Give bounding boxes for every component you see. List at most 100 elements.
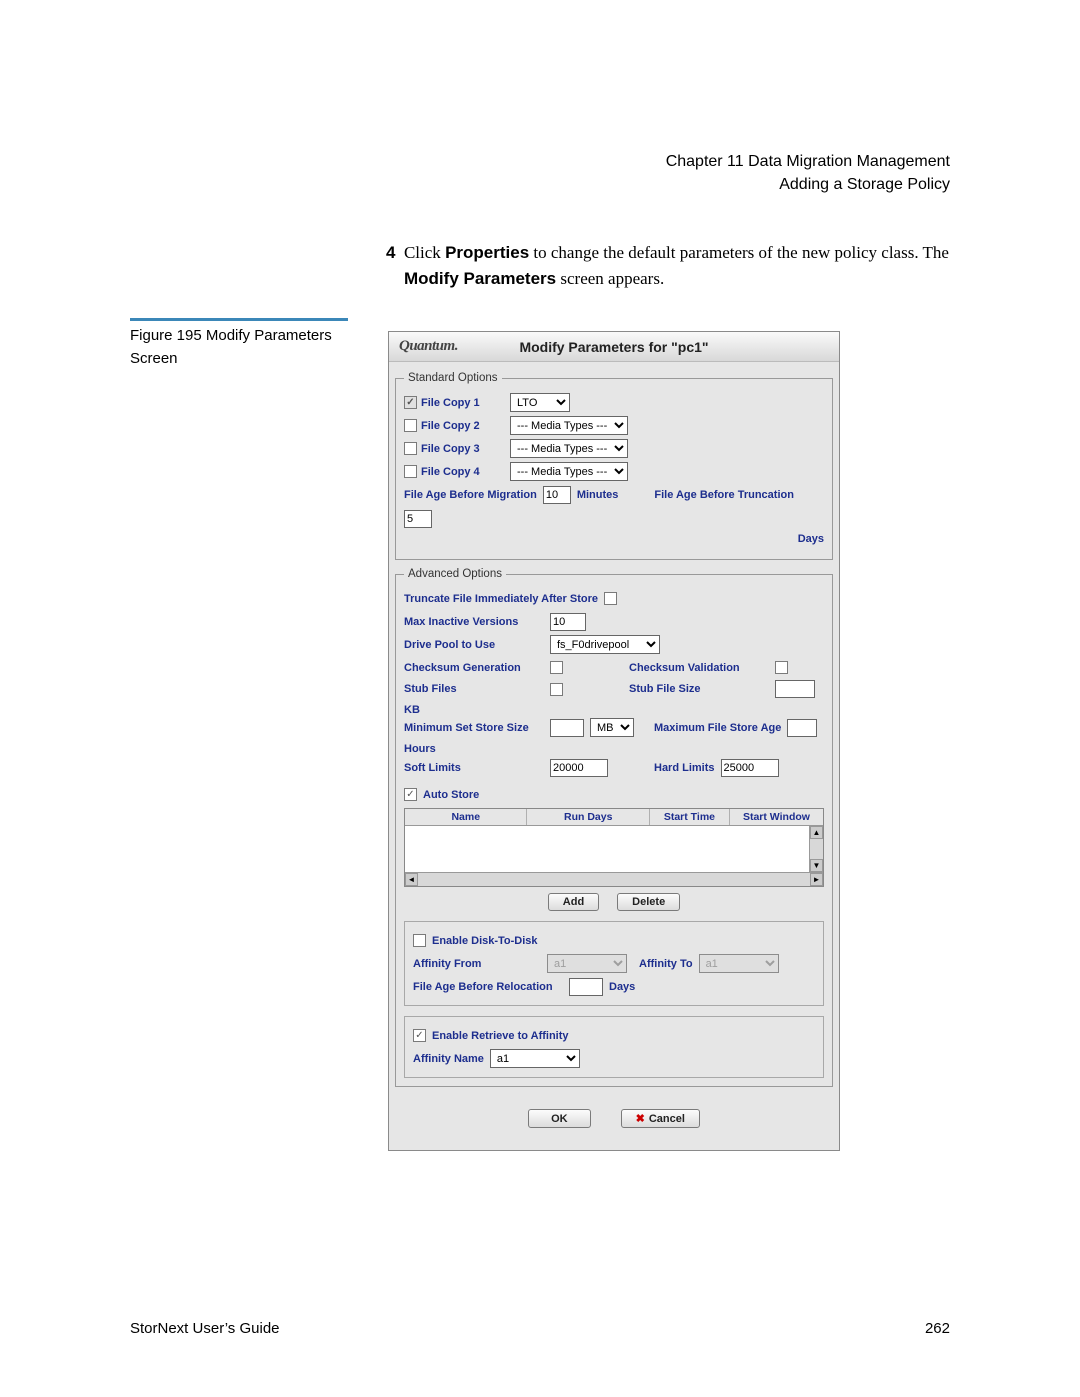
minutes-label: Minutes	[577, 489, 619, 501]
disk-to-disk-checkbox[interactable]	[413, 934, 426, 947]
scroll-left-icon[interactable]: ◄	[405, 873, 418, 886]
age-truncation-label: File Age Before Truncation	[654, 489, 794, 501]
ok-button[interactable]: OK	[528, 1109, 591, 1128]
vertical-scrollbar[interactable]: ▲ ▼	[809, 826, 823, 872]
affinity-to-label: Affinity To	[639, 958, 693, 970]
advanced-options-group: Advanced Options Truncate File Immediate…	[395, 568, 833, 1087]
page-footer: StorNext User’s Guide 262	[130, 1320, 950, 1337]
step-text: 4 Click Properties to change the default…	[386, 240, 950, 291]
affinity-from-select: a1	[547, 954, 627, 973]
auto-store-label: Auto Store	[423, 789, 479, 801]
file-copy-2-checkbox[interactable]	[404, 419, 417, 432]
file-copy-4-select[interactable]: --- Media Types ---	[510, 462, 628, 481]
truncate-after-store-checkbox[interactable]	[604, 592, 617, 605]
affinity-name-label: Affinity Name	[413, 1053, 484, 1065]
stub-size-label: Stub File Size	[629, 683, 769, 695]
body-row: Figure 195 Modify Parameters Screen 4 Cl…	[130, 240, 950, 1151]
dialog-titlebar: Quantum. Modify Parameters for "pc1"	[389, 332, 839, 362]
file-copy-4-checkbox[interactable]	[404, 465, 417, 478]
footer-left: StorNext User’s Guide	[130, 1320, 280, 1337]
col-name: Name	[405, 809, 527, 825]
retrieve-affinity-checkbox[interactable]	[413, 1029, 426, 1042]
file-copy-4-label: File Copy 4	[404, 465, 504, 478]
affinity-name-select[interactable]: a1	[490, 1049, 580, 1068]
disk-to-disk-label: Enable Disk-To-Disk	[432, 935, 538, 947]
max-inactive-input[interactable]	[550, 613, 586, 631]
schedule-body: ▲ ▼	[405, 826, 823, 872]
min-set-label: Minimum Set Store Size	[404, 722, 544, 734]
truncate-after-store-label: Truncate File Immediately After Store	[404, 593, 598, 605]
dialog-body: Standard Options File Copy 1 LTO	[389, 362, 839, 1150]
scroll-right-icon[interactable]: ►	[810, 873, 823, 886]
scroll-down-icon[interactable]: ▼	[810, 859, 823, 872]
col-start-window: Start Window	[730, 809, 823, 825]
cancel-button[interactable]: ✖Cancel	[621, 1109, 700, 1128]
file-copy-3-select[interactable]: --- Media Types ---	[510, 439, 628, 458]
max-file-age-input[interactable]	[787, 719, 817, 737]
quantum-logo: Quantum.	[389, 338, 458, 355]
age-truncation-input[interactable]	[404, 510, 432, 528]
col-run-days: Run Days	[527, 809, 649, 825]
auto-store-checkbox[interactable]	[404, 788, 417, 801]
dialog-footer: OK ✖Cancel	[395, 1095, 833, 1138]
left-column: Figure 195 Modify Parameters Screen	[130, 240, 348, 370]
footer-page-number: 262	[925, 1320, 950, 1337]
retrieve-affinity-label: Enable Retrieve to Affinity	[432, 1030, 569, 1042]
schedule-header: Name Run Days Start Time Start Window	[405, 809, 823, 826]
cancel-x-icon: ✖	[636, 1113, 645, 1125]
file-copy-2-select[interactable]: --- Media Types ---	[510, 416, 628, 435]
soft-limits-input[interactable]	[550, 759, 608, 777]
max-file-age-label: Maximum File Store Age	[654, 722, 781, 734]
soft-limits-label: Soft Limits	[404, 762, 544, 774]
stub-size-input[interactable]	[775, 680, 815, 698]
affinity-to-select: a1	[699, 954, 779, 973]
checksum-val-checkbox[interactable]	[775, 661, 788, 674]
min-set-unit-select[interactable]: MB	[590, 718, 634, 737]
file-copy-2-label: File Copy 2	[404, 419, 504, 432]
col-start-time: Start Time	[650, 809, 730, 825]
hard-limits-label: Hard Limits	[654, 762, 715, 774]
age-migration-label: File Age Before Migration	[404, 489, 537, 501]
chapter-title: Chapter 11 Data Migration Management	[130, 150, 950, 173]
page: Chapter 11 Data Migration Management Add…	[0, 0, 1080, 1397]
affinity-from-label: Affinity From	[413, 958, 541, 970]
advanced-options-legend: Advanced Options	[404, 568, 506, 580]
section-title: Adding a Storage Policy	[130, 173, 950, 196]
right-column: 4 Click Properties to change the default…	[386, 240, 950, 1151]
file-copy-3-checkbox[interactable]	[404, 442, 417, 455]
retrieve-affinity-group: Enable Retrieve to Affinity Affinity Nam…	[404, 1016, 824, 1078]
stub-files-checkbox[interactable]	[550, 683, 563, 696]
file-copy-1-label: File Copy 1	[404, 396, 504, 409]
max-inactive-label: Max Inactive Versions	[404, 616, 544, 628]
add-button[interactable]: Add	[548, 893, 599, 911]
checksum-val-label: Checksum Validation	[629, 662, 769, 674]
delete-button[interactable]: Delete	[617, 893, 680, 911]
stub-files-label: Stub Files	[404, 683, 544, 695]
file-copy-1-select[interactable]: LTO	[510, 393, 570, 412]
file-copy-1-checkbox	[404, 396, 417, 409]
hours-label: Hours	[404, 743, 436, 755]
kb-label: KB	[404, 704, 420, 716]
drive-pool-label: Drive Pool to Use	[404, 639, 544, 651]
file-copy-3-label: File Copy 3	[404, 442, 504, 455]
checksum-gen-checkbox[interactable]	[550, 661, 563, 674]
min-set-input[interactable]	[550, 719, 584, 737]
age-relocation-input[interactable]	[569, 978, 603, 996]
age-migration-input[interactable]	[543, 486, 571, 504]
chapter-header: Chapter 11 Data Migration Management Add…	[130, 150, 950, 196]
schedule-table: Name Run Days Start Time Start Window ▲ …	[404, 808, 824, 887]
step-number: 4	[386, 243, 395, 262]
age-relocation-label: File Age Before Relocation	[413, 981, 563, 993]
modify-parameters-dialog: Quantum. Modify Parameters for "pc1" Sta…	[388, 331, 840, 1151]
standard-options-group: Standard Options File Copy 1 LTO	[395, 372, 833, 560]
checksum-gen-label: Checksum Generation	[404, 662, 544, 674]
horizontal-scrollbar[interactable]: ◄ ►	[405, 872, 823, 886]
hard-limits-input[interactable]	[721, 759, 779, 777]
scroll-up-icon[interactable]: ▲	[810, 826, 823, 839]
standard-options-legend: Standard Options	[404, 372, 502, 384]
days-label-1: Days	[798, 533, 824, 545]
figure-caption: Figure 195 Modify Parameters Screen	[130, 318, 348, 370]
drive-pool-select[interactable]: fs_F0drivepool	[550, 635, 660, 654]
disk-to-disk-group: Enable Disk-To-Disk Affinity From a1 Aff…	[404, 921, 824, 1006]
days-label-2: Days	[609, 981, 635, 993]
